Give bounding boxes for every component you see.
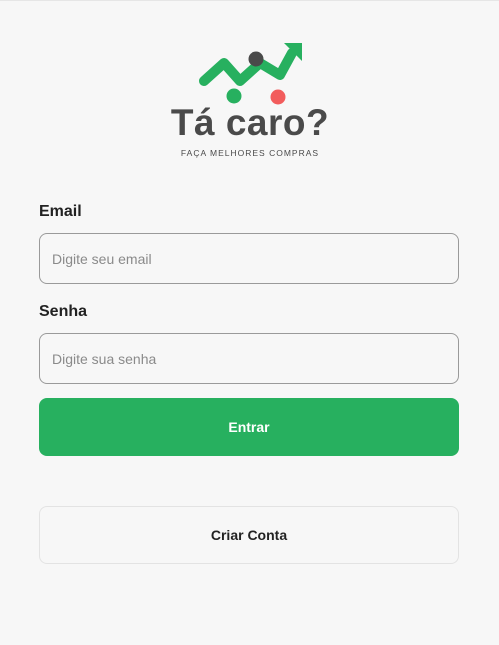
password-field[interactable] <box>39 333 459 384</box>
brand-tagline: FAÇA MELHORES COMPRAS <box>180 148 320 158</box>
email-field[interactable] <box>39 233 459 284</box>
create-account-button[interactable]: Criar Conta <box>39 506 459 564</box>
trend-arrow-icon <box>199 43 302 105</box>
brand-name: Tá caro? <box>170 102 330 143</box>
login-screen: Tá caro? FAÇA MELHORES COMPRAS Email Sen… <box>0 0 499 645</box>
login-button[interactable]: Entrar <box>39 398 459 456</box>
brand-logo: Tá caro? FAÇA MELHORES COMPRAS <box>168 39 332 163</box>
password-label: Senha <box>39 303 88 320</box>
email-label: Email <box>39 203 82 220</box>
